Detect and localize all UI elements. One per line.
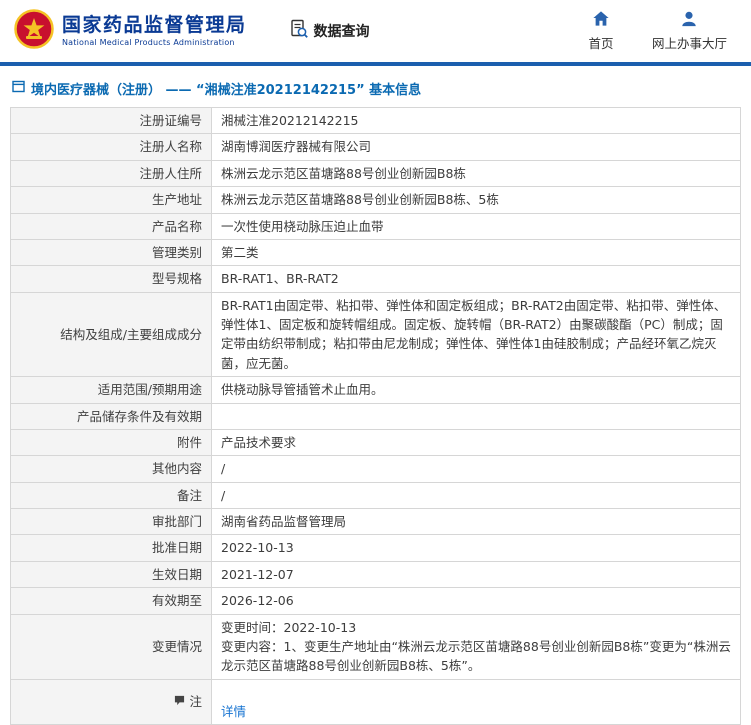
site-header: 国家药品监督管理局 National Medical Products Admi… [0, 0, 751, 62]
row-change-info: 变更情况 变更时间：2022-10-13 变更内容：1、变更生产地址由“株洲云龙… [11, 614, 741, 679]
field-label: 有效期至 [11, 588, 212, 614]
field-label: 型号规格 [11, 266, 212, 292]
field-label: 产品名称 [11, 213, 212, 239]
comment-bubble-icon [174, 692, 185, 711]
field-label: 审批部门 [11, 509, 212, 535]
registration-info-table: 注册证编号 湘械注准20212142215 注册人名称 湖南博润医疗器械有限公司… [10, 107, 741, 725]
window-icon [12, 80, 25, 97]
row-attachment: 附件 产品技术要求 [11, 429, 741, 455]
header-nav: 首页 网上办事大厅 [584, 10, 737, 52]
field-label: 管理类别 [11, 239, 212, 265]
field-label: 生效日期 [11, 561, 212, 587]
field-label: 产品储存条件及有效期 [11, 403, 212, 429]
field-value: 产品技术要求 [212, 429, 741, 455]
row-model-spec: 型号规格 BR-RAT1、BR-RAT2 [11, 266, 741, 292]
row-intended-use: 适用范围/预期用途 供桡动脉导管插管术止血用。 [11, 377, 741, 403]
row-other-content: 其他内容 / [11, 456, 741, 482]
row-note: 注 详情 [11, 679, 741, 725]
page-title: 境内医疗器械（注册） —— “湘械注准20212142215” 基本信息 [10, 73, 741, 107]
field-label: 结构及组成/主要组成成分 [11, 292, 212, 377]
field-label: 注册人住所 [11, 160, 212, 186]
field-value: 2022-10-13 [212, 535, 741, 561]
nav-service-hall[interactable]: 网上办事大厅 [652, 10, 727, 52]
user-icon [680, 10, 698, 30]
row-approval-date: 批准日期 2022-10-13 [11, 535, 741, 561]
field-label: 生产地址 [11, 187, 212, 213]
document-search-icon [289, 19, 309, 43]
note-label: 注 [189, 692, 202, 711]
nav-data-query[interactable]: 数据查询 [289, 19, 370, 43]
field-value [212, 403, 741, 429]
field-label: 注册证编号 [11, 108, 212, 134]
national-emblem-icon [14, 9, 54, 53]
field-value: 变更时间：2022-10-13 变更内容：1、变更生产地址由“株洲云龙示范区苗塘… [212, 614, 741, 679]
field-value: 湖南省药品监督管理局 [212, 509, 741, 535]
agency-name-en: National Medical Products Administration [62, 38, 247, 47]
nav-home-label: 首页 [588, 33, 613, 52]
row-effective-date: 生效日期 2021-12-07 [11, 561, 741, 587]
row-registrant-name: 注册人名称 湖南博润医疗器械有限公司 [11, 134, 741, 160]
field-value: 株洲云龙示范区苗塘路88号创业创新园B8栋、5栋 [212, 187, 741, 213]
field-value: 株洲云龙示范区苗塘路88号创业创新园B8栋 [212, 160, 741, 186]
nav-service-hall-label: 网上办事大厅 [652, 33, 727, 52]
row-cert-no: 注册证编号 湘械注准20212142215 [11, 108, 741, 134]
field-value: / [212, 482, 741, 508]
row-product-name: 产品名称 一次性使用桡动脉压迫止血带 [11, 213, 741, 239]
row-composition: 结构及组成/主要组成成分 BR-RAT1由固定带、粘扣带、弹性体和固定板组成；B… [11, 292, 741, 377]
field-value: 2026-12-06 [212, 588, 741, 614]
page-title-text: 境内医疗器械（注册） —— “湘械注准20212142215” 基本信息 [31, 79, 421, 98]
nav-home[interactable]: 首页 [584, 10, 618, 52]
row-expiry-date: 有效期至 2026-12-06 [11, 588, 741, 614]
field-label: 注册人名称 [11, 134, 212, 160]
row-storage-validity: 产品储存条件及有效期 [11, 403, 741, 429]
field-label: 变更情况 [11, 614, 212, 679]
field-value: BR-RAT1由固定带、粘扣带、弹性体和固定板组成；BR-RAT2由固定带、粘扣… [212, 292, 741, 377]
main-content: 境内医疗器械（注册） —— “湘械注准20212142215” 基本信息 注册证… [0, 66, 751, 725]
details-link[interactable]: 详情 [221, 704, 246, 719]
agency-name-cn: 国家药品监督管理局 [62, 15, 247, 36]
field-label: 批准日期 [11, 535, 212, 561]
field-label: 备注 [11, 482, 212, 508]
field-value: 湘械注准20212142215 [212, 108, 741, 134]
field-value: 湖南博润医疗器械有限公司 [212, 134, 741, 160]
field-value: 供桡动脉导管插管术止血用。 [212, 377, 741, 403]
field-value: 详情 [212, 679, 741, 725]
row-management-category: 管理类别 第二类 [11, 239, 741, 265]
field-value: 2021-12-07 [212, 561, 741, 587]
field-label: 注 [11, 679, 212, 725]
row-remarks: 备注 / [11, 482, 741, 508]
field-label: 适用范围/预期用途 [11, 377, 212, 403]
nmpa-logo[interactable]: 国家药品监督管理局 National Medical Products Admi… [14, 9, 247, 53]
row-approval-dept: 审批部门 湖南省药品监督管理局 [11, 509, 741, 535]
row-registrant-address: 注册人住所 株洲云龙示范区苗塘路88号创业创新园B8栋 [11, 160, 741, 186]
field-label: 附件 [11, 429, 212, 455]
field-label: 其他内容 [11, 456, 212, 482]
field-value: 一次性使用桡动脉压迫止血带 [212, 213, 741, 239]
home-icon [592, 10, 610, 30]
row-production-address: 生产地址 株洲云龙示范区苗塘路88号创业创新园B8栋、5栋 [11, 187, 741, 213]
field-value: / [212, 456, 741, 482]
field-value: 第二类 [212, 239, 741, 265]
nav-data-query-label: 数据查询 [314, 21, 370, 41]
field-value: BR-RAT1、BR-RAT2 [212, 266, 741, 292]
agency-name-block: 国家药品监督管理局 National Medical Products Admi… [62, 15, 247, 48]
